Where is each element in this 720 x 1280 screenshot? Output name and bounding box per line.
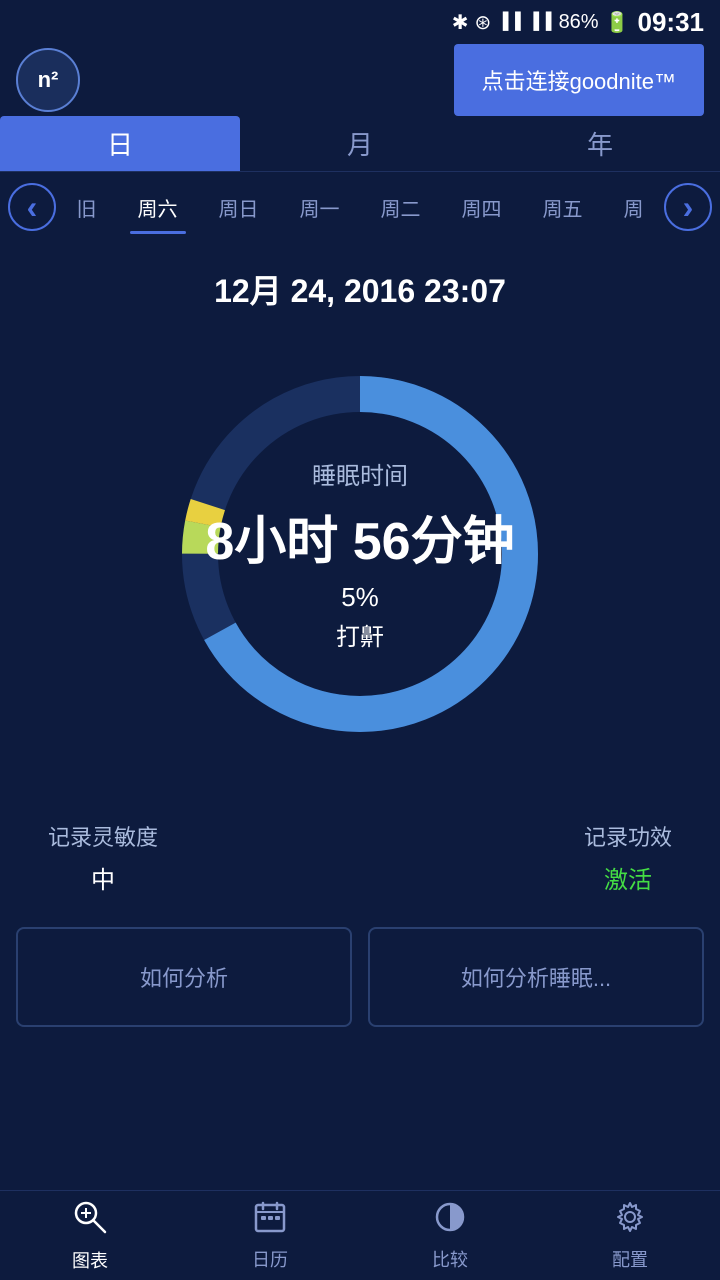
efficiency-item: 记录功效 激活	[584, 820, 672, 895]
signal1-icon: ▐▐	[497, 13, 522, 31]
next-week-button[interactable]: ›	[664, 183, 712, 231]
card-right[interactable]: 如何分析睡眠...	[368, 927, 704, 1027]
wifi-icon: ⊛	[474, 10, 491, 35]
compare-label: 比较	[432, 1246, 468, 1272]
prev-week-button[interactable]: ‹	[8, 183, 56, 231]
week-day-sat[interactable]: 周六	[130, 189, 186, 226]
status-time: 09:31	[638, 7, 705, 38]
calendar-label: 日历	[252, 1246, 288, 1272]
nav-item-calendar[interactable]: 日历	[180, 1191, 360, 1280]
week-navigation: ‹ 旧 周六 周日 周一 周二 周四 周五 周 ›	[0, 172, 720, 242]
sensitivity-label: 记录灵敏度	[48, 820, 158, 852]
current-date: 12月 24, 2016 23:07	[0, 242, 720, 328]
tab-year[interactable]: 年	[480, 116, 720, 171]
week-day-tue[interactable]: 周二	[373, 189, 429, 226]
cards-row: 如何分析 如何分析睡眠...	[0, 911, 720, 1027]
bluetooth-icon: ✱	[452, 10, 469, 35]
app-logo: n²	[16, 48, 80, 112]
week-day-week[interactable]: 周	[616, 189, 652, 226]
week-day-fri[interactable]: 周五	[535, 189, 591, 226]
charts-label: 图表	[72, 1247, 108, 1273]
view-tabs: 日 月 年	[0, 116, 720, 172]
sensitivity-value: 中	[48, 860, 158, 895]
week-day-old[interactable]: 旧	[69, 189, 105, 226]
week-day-thu[interactable]: 周四	[454, 189, 510, 226]
status-icons: ✱ ⊛ ▐▐ ▐▐ 86% 🔋	[452, 10, 630, 35]
week-days-list: 旧 周六 周日 周一 周二 周四 周五 周	[56, 189, 664, 226]
sleep-chart-area: 睡眠时间 8小时 56分钟 5% 打鼾	[0, 328, 720, 788]
app-header: n² 点击连接goodnite™	[0, 44, 720, 116]
efficiency-value: 激活	[584, 860, 672, 895]
efficiency-label: 记录功效	[584, 820, 672, 852]
sensitivity-item: 记录灵敏度 中	[48, 820, 158, 895]
week-day-sun[interactable]: 周日	[211, 189, 267, 226]
battery-percentage: 86%	[559, 11, 599, 34]
settings-label: 配置	[612, 1246, 648, 1272]
connect-button[interactable]: 点击连接goodnite™	[454, 44, 704, 116]
status-bar: ✱ ⊛ ▐▐ ▐▐ 86% 🔋 09:31	[0, 0, 720, 44]
week-day-mon[interactable]: 周一	[292, 189, 348, 226]
compare-icon	[433, 1200, 467, 1242]
nav-item-settings[interactable]: 配置	[540, 1191, 720, 1280]
info-row: 记录灵敏度 中 记录功效 激活	[0, 804, 720, 911]
donut-chart: 睡眠时间 8小时 56分钟 5% 打鼾	[150, 344, 570, 764]
nav-item-compare[interactable]: 比较	[360, 1191, 540, 1280]
tab-day[interactable]: 日	[0, 116, 240, 171]
tab-month[interactable]: 月	[240, 116, 480, 171]
signal2-icon: ▐▐	[528, 13, 553, 31]
donut-svg	[150, 344, 570, 764]
charts-icon	[72, 1199, 108, 1243]
bottom-navigation: 图表 日历 比较	[0, 1190, 720, 1280]
battery-icon: 🔋	[605, 10, 630, 35]
calendar-icon	[253, 1200, 287, 1242]
nav-item-charts[interactable]: 图表	[0, 1191, 180, 1280]
settings-icon	[613, 1200, 647, 1242]
card-left[interactable]: 如何分析	[16, 927, 352, 1027]
